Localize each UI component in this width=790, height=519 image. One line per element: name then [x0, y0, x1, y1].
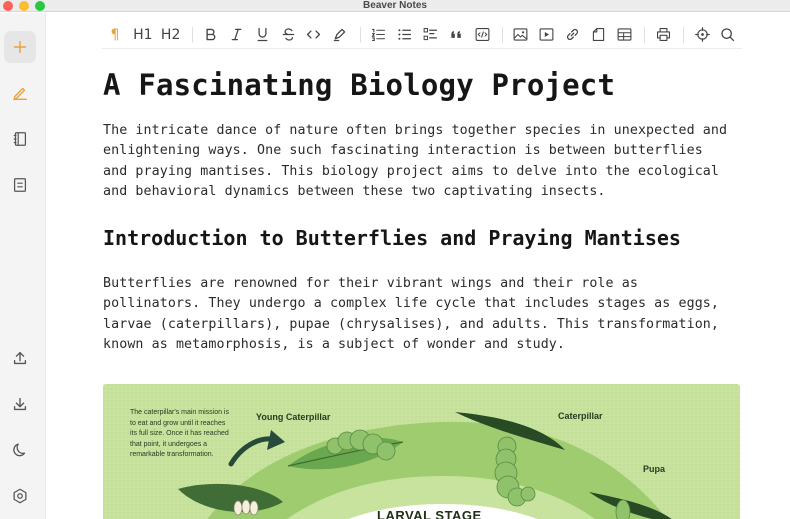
archive-button[interactable]: [4, 169, 36, 201]
note-content[interactable]: A Fascinating Biology Project The intric…: [103, 65, 743, 355]
toolbar-divider: [683, 26, 685, 43]
text-line: known as metamorphosis, is a subject of …: [103, 337, 566, 353]
edit-button[interactable]: [4, 77, 36, 109]
text-line: enlightening ways. One such fascinating …: [103, 143, 703, 159]
file-icon: [592, 27, 605, 42]
bold-icon: [206, 28, 216, 41]
print-icon: [656, 27, 670, 42]
code-block-button[interactable]: [470, 23, 494, 47]
italic-icon: [231, 28, 242, 41]
title-bar: Beaver Notes: [0, 0, 790, 12]
search-icon: [721, 28, 735, 42]
insert-file-button[interactable]: [587, 23, 611, 47]
pencil-icon: [13, 87, 27, 100]
section-paragraph: Butterflies are renowned for their vibra…: [103, 274, 743, 355]
insert-link-button[interactable]: [561, 23, 585, 47]
inline-code-icon: [307, 30, 321, 39]
print-button[interactable]: [651, 23, 675, 47]
video-icon: [539, 28, 554, 41]
underline-icon: [257, 27, 268, 42]
paragraph-button[interactable]: ¶: [102, 23, 128, 47]
section-heading: Introduction to Butterflies and Praying …: [103, 226, 681, 251]
formatting-toolbar: ¶ H1 H2: [102, 21, 742, 49]
checklist-icon: [423, 28, 437, 41]
settings-button[interactable]: [4, 480, 36, 512]
upload-icon: [13, 351, 27, 365]
insert-table-button[interactable]: [612, 23, 636, 47]
larval-stage-label: LARVAL STAGE: [377, 508, 482, 519]
note-title: A Fascinating Biology Project: [103, 68, 616, 102]
caterpillar-note: The caterpillar's main mission is to eat…: [130, 408, 240, 461]
bullet-list-button[interactable]: [393, 23, 417, 47]
caterpillar-label: Caterpillar: [558, 411, 603, 421]
notebook-button[interactable]: [4, 123, 36, 155]
sidebar: [0, 13, 46, 519]
focus-icon: [694, 27, 710, 42]
inline-code-button[interactable]: [302, 23, 326, 47]
text-line: and behavioral dynamics between these tw…: [103, 183, 606, 199]
import-button[interactable]: [4, 388, 36, 420]
book-icon: [13, 132, 27, 146]
archive-icon: [13, 178, 27, 192]
export-button[interactable]: [4, 342, 36, 374]
focus-button[interactable]: [690, 23, 714, 47]
insert-image-button[interactable]: [509, 23, 533, 47]
add-note-button[interactable]: [4, 31, 36, 63]
download-icon: [13, 397, 27, 411]
window-title: Beaver Notes: [363, 0, 427, 11]
link-icon: [567, 28, 579, 41]
note-line: its full size. Once it has reached: [130, 430, 229, 437]
highlight-button[interactable]: [328, 23, 352, 47]
young-caterpillar-label: Young Caterpillar: [256, 412, 331, 422]
plus-icon: [13, 40, 27, 54]
quote-icon: [451, 31, 461, 38]
underline-button[interactable]: [250, 23, 274, 47]
italic-button[interactable]: [224, 23, 248, 47]
toolbar-divider: [644, 26, 646, 43]
embedded-image[interactable]: The caterpillar's main mission is to eat…: [103, 384, 740, 519]
note-line: that point, it undergoes a: [130, 440, 208, 448]
editor-area: ¶ H1 H2 A Fascinating Biology Project Th…: [46, 13, 790, 519]
toolbar-divider: [191, 26, 193, 43]
heading-1-button[interactable]: H1: [130, 23, 156, 47]
strikethrough-button[interactable]: [276, 23, 300, 47]
text-line: and praying mantises. This biology proje…: [103, 163, 720, 179]
text-line: larvae (caterpillars), pupae (chrysalise…: [103, 316, 720, 332]
text-line: pollinators. They undergo a complex life…: [103, 296, 720, 312]
toolbar-divider: [359, 26, 361, 43]
gear-icon: [13, 488, 27, 504]
pupa-label: Pupa: [643, 464, 666, 474]
text-line: The intricate dance of nature often brin…: [103, 123, 728, 138]
bullet-list-icon: [398, 29, 412, 40]
text-line: Butterflies are renowned for their vibra…: [103, 276, 638, 292]
ordered-list-button[interactable]: [367, 23, 391, 47]
highlighter-icon: [334, 28, 346, 42]
strikethrough-icon: [282, 28, 294, 41]
insert-video-button[interactable]: [535, 23, 559, 47]
ordered-list-icon: [371, 28, 386, 42]
image-icon: [514, 28, 528, 41]
quote-button[interactable]: [444, 23, 468, 47]
note-line: remarkable transformation.: [130, 451, 214, 458]
search-button[interactable]: [716, 23, 740, 47]
note-line: to eat and grow until it reaches: [130, 419, 226, 427]
moon-icon: [13, 443, 26, 457]
dark-mode-button[interactable]: [4, 434, 36, 466]
intro-paragraph: The intricate dance of nature often brin…: [103, 121, 743, 202]
heading-2-button[interactable]: H2: [158, 23, 184, 47]
note-line: The caterpillar's main mission is: [130, 409, 229, 416]
table-icon: [617, 28, 632, 41]
toolbar-divider: [502, 26, 504, 43]
bold-button[interactable]: [199, 23, 223, 47]
code-block-icon: [475, 27, 490, 42]
checklist-button[interactable]: [418, 23, 442, 47]
